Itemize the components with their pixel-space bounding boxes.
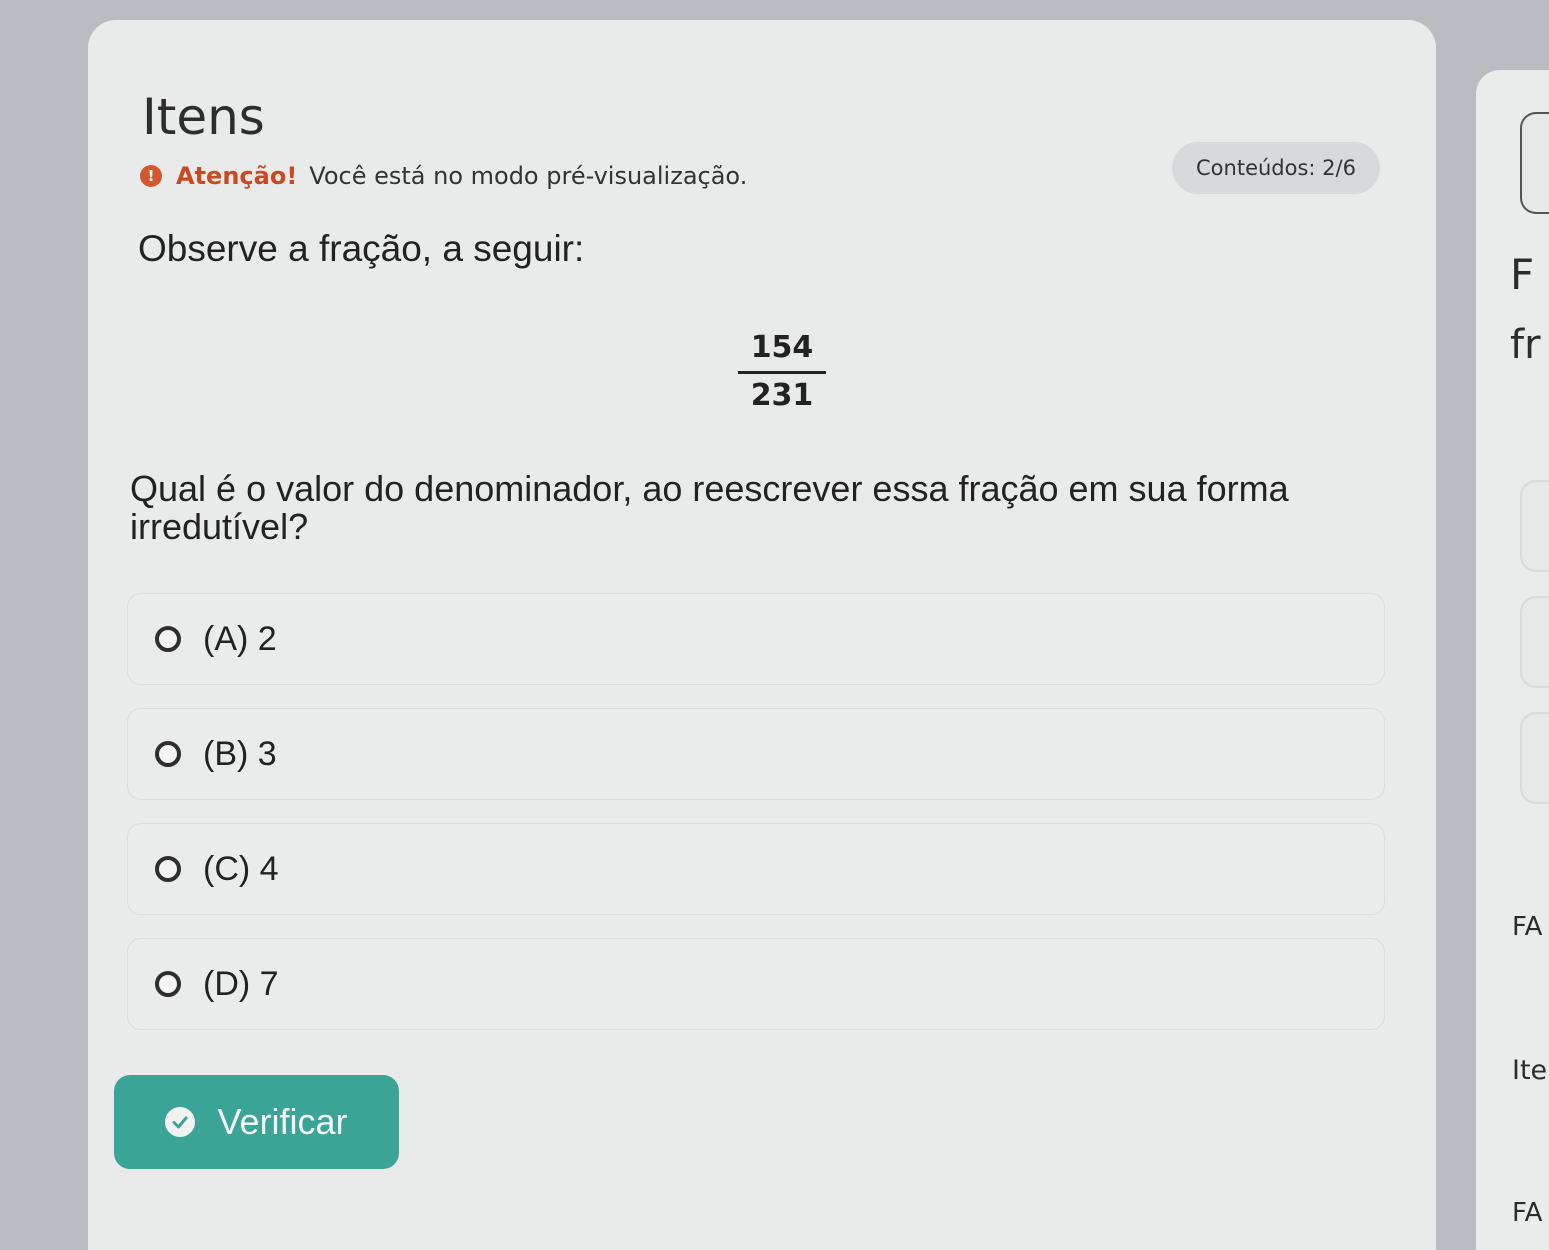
fraction: 154 231 bbox=[738, 330, 826, 413]
side-card-top[interactable] bbox=[1520, 112, 1549, 214]
check-circle-icon bbox=[165, 1107, 196, 1137]
fraction-bar bbox=[738, 371, 826, 374]
preview-alert: ! Atenção! Você está no modo pré-visuali… bbox=[140, 162, 747, 190]
radio-icon[interactable] bbox=[155, 741, 181, 767]
option-label: (B) 3 bbox=[203, 734, 277, 773]
side-label-fa: FA bbox=[1512, 912, 1543, 942]
question-text: Qual é o valor do denominador, ao reescr… bbox=[130, 468, 1289, 547]
alert-strong: Atenção! bbox=[176, 162, 298, 190]
side-label-ite: Ite bbox=[1512, 1055, 1548, 1086]
option-b[interactable]: (B) 3 bbox=[127, 708, 1385, 800]
side-option-box[interactable] bbox=[1520, 596, 1549, 688]
verify-label: Verificar bbox=[217, 1101, 348, 1142]
option-label: (D) 7 bbox=[203, 964, 279, 1003]
option-d[interactable]: (D) 7 bbox=[127, 938, 1385, 1030]
option-c[interactable]: (C) 4 bbox=[127, 823, 1385, 915]
side-label-fa-bottom: FA bbox=[1512, 1198, 1543, 1228]
radio-icon[interactable] bbox=[155, 856, 181, 882]
radio-icon[interactable] bbox=[155, 971, 181, 997]
option-label: (A) 2 bbox=[203, 619, 277, 658]
alert-message: Você está no modo pré-visualização. bbox=[309, 162, 748, 190]
side-option-box[interactable] bbox=[1520, 480, 1549, 572]
option-label: (C) 4 bbox=[203, 849, 279, 888]
side-text-fragment: fr bbox=[1510, 322, 1541, 368]
alert-icon: ! bbox=[140, 165, 162, 187]
fraction-numerator: 154 bbox=[750, 330, 814, 365]
verify-button[interactable]: Verificar bbox=[114, 1075, 399, 1169]
radio-icon[interactable] bbox=[155, 626, 181, 652]
fraction-denominator: 231 bbox=[750, 378, 814, 413]
page-title: Itens bbox=[142, 88, 265, 146]
question-prompt: Observe a fração, a seguir: bbox=[138, 228, 585, 269]
option-a[interactable]: (A) 2 bbox=[127, 593, 1385, 685]
check-icon bbox=[172, 1116, 188, 1129]
side-heading-fragment: F bbox=[1510, 250, 1535, 299]
side-option-box[interactable] bbox=[1520, 712, 1549, 804]
progress-badge: Conteúdos: 2/6 bbox=[1172, 142, 1380, 194]
